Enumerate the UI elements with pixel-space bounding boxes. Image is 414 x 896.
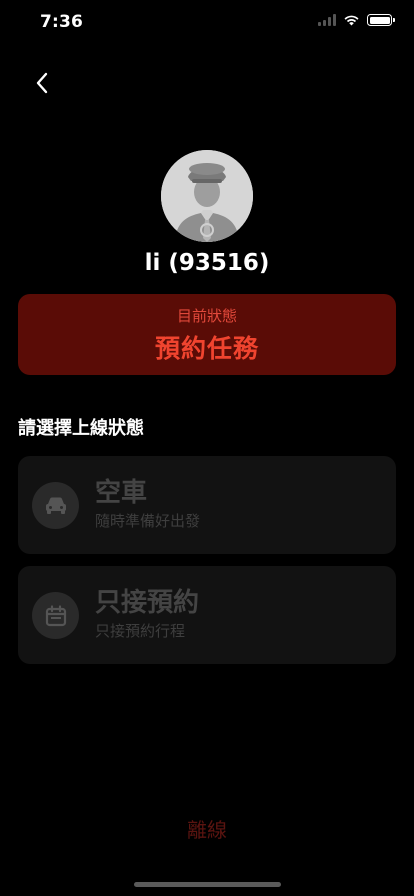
car-icon-wrap	[32, 482, 79, 529]
option-title: 空車	[95, 478, 148, 508]
home-indicator	[134, 882, 281, 887]
status-bar: 7:36	[0, 0, 414, 44]
status-time: 7:36	[40, 12, 84, 32]
calendar-icon-wrap	[32, 592, 79, 639]
battery-icon	[367, 14, 395, 26]
option-subtitle: 隨時準備好出發	[95, 512, 201, 530]
offline-button[interactable]: 離線	[157, 808, 257, 848]
status-icons	[318, 14, 395, 26]
signal-icon	[318, 14, 336, 26]
current-status-card: 目前狀態 預約任務	[18, 294, 396, 375]
calendar-icon	[45, 604, 66, 626]
section-title: 請選擇上線狀態	[18, 418, 144, 439]
driver-name: li (93516)	[144, 250, 270, 276]
current-status-label: 目前狀態	[176, 307, 237, 325]
option-reservation-only[interactable]: 只接預約 只接預約行程	[18, 566, 396, 664]
chevron-left-icon	[36, 72, 48, 94]
option-title: 只接預約	[95, 588, 200, 618]
option-empty-car[interactable]: 空車 隨時準備好出發	[18, 456, 396, 554]
driver-avatar-icon	[161, 150, 253, 242]
back-button[interactable]	[28, 68, 56, 98]
avatar	[161, 150, 253, 242]
current-status-value: 預約任務	[154, 334, 259, 363]
car-icon	[45, 497, 66, 514]
option-subtitle: 只接預約行程	[95, 622, 186, 640]
wifi-icon	[344, 15, 359, 26]
